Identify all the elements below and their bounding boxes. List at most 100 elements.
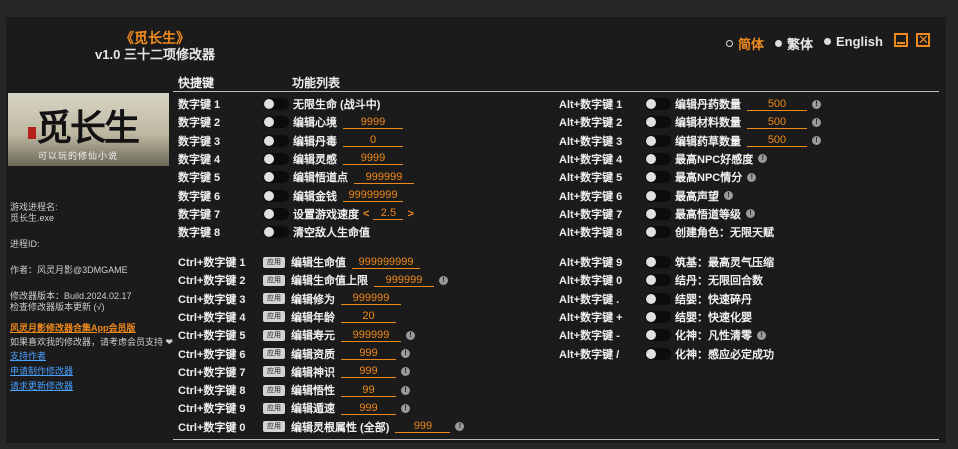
apply-button[interactable]: 应用 <box>263 329 285 341</box>
apply-button[interactable]: 应用 <box>263 293 285 305</box>
function-label: 编辑生命值上限 <box>291 275 368 288</box>
value-input[interactable]: 2.5 <box>373 207 404 221</box>
value-input[interactable]: 9999 <box>343 116 403 129</box>
toggle-switch[interactable] <box>645 207 671 220</box>
info-icon[interactable]: ! <box>757 330 766 340</box>
hotkey-label: Ctrl+数字键 6 <box>178 348 246 361</box>
value-input[interactable]: 999999 <box>354 171 414 184</box>
value-input[interactable]: 999 <box>341 347 396 360</box>
close-icon[interactable]: ✕ <box>916 33 930 47</box>
cheat-row: Alt+数字键 8 创建角色：无限天赋 <box>559 223 774 241</box>
toggle-switch[interactable] <box>263 207 289 220</box>
toggle-switch[interactable] <box>645 329 671 342</box>
toggle-switch[interactable] <box>263 152 289 165</box>
info-icon[interactable]: ! <box>406 330 415 340</box>
apply-button[interactable]: 应用 <box>263 274 285 286</box>
hotkey-label: Alt+数字键 2 <box>559 117 623 130</box>
value-input[interactable]: 999 <box>341 402 396 415</box>
cheat-row: Ctrl+数字键 8 应用 编辑悟性 99! <box>178 381 410 399</box>
toggle-switch[interactable] <box>263 189 289 202</box>
toggle-switch[interactable] <box>645 292 671 305</box>
process-name: 觅长生.exe <box>10 213 55 223</box>
info-icon[interactable]: ! <box>401 349 410 358</box>
toggle-switch[interactable] <box>645 310 671 323</box>
apply-button[interactable]: 应用 <box>263 366 285 378</box>
pid-label: 进程ID: <box>10 239 40 249</box>
hotkey-label: Alt+数字键 4 <box>559 153 623 166</box>
toggle-switch[interactable] <box>263 134 289 147</box>
value-input[interactable]: 999 <box>395 420 451 434</box>
toggle-switch[interactable] <box>645 171 671 184</box>
increase-arrow-icon[interactable]: > <box>407 208 413 220</box>
value-input[interactable]: 999999 <box>341 292 401 306</box>
toggle-switch[interactable] <box>645 226 671 239</box>
value-input[interactable]: 99999999 <box>343 189 403 202</box>
decrease-arrow-icon[interactable]: < <box>363 208 369 220</box>
info-icon[interactable]: ! <box>812 136 821 146</box>
toggle-switch[interactable] <box>645 189 671 202</box>
info-icon[interactable]: ! <box>401 385 410 395</box>
member-app-link[interactable]: 风灵月影修改器合集App会员版 <box>10 321 136 334</box>
request-trainer-link[interactable]: 申请制作修改器 <box>10 364 73 377</box>
value-input[interactable]: 500 <box>747 116 807 129</box>
function-label: 编辑材料数量 <box>675 117 741 130</box>
function-label: 编辑资质 <box>291 348 335 361</box>
cheat-row: 数字键 4 编辑灵感 9999 <box>178 150 403 168</box>
info-icon[interactable]: ! <box>758 154 768 164</box>
toggle-switch[interactable] <box>263 98 289 110</box>
value-input[interactable]: 999999 <box>341 329 401 342</box>
trainer-window: 《觅长生》 v1.0 三十二项修改器 简体 繁体 English ✕ 快捷键 功… <box>6 17 946 443</box>
info-icon[interactable]: ! <box>401 367 410 377</box>
cheat-row: Ctrl+数字键 2 应用 编辑生命值上限 999999! <box>178 271 448 289</box>
toggle-switch[interactable] <box>263 116 289 129</box>
value-input[interactable]: 999999 <box>374 274 434 287</box>
cheat-row: Ctrl+数字键 4 应用 编辑年龄 20 <box>178 308 396 326</box>
cheat-row: Alt+数字键 7 最高悟道等级! <box>559 205 755 223</box>
info-icon[interactable]: ! <box>812 99 821 109</box>
apply-button[interactable]: 应用 <box>263 384 285 396</box>
value-input[interactable]: 20 <box>341 310 396 324</box>
support-author-link[interactable]: 支持作者 <box>10 349 46 362</box>
value-input[interactable]: 500 <box>747 98 807 111</box>
info-icon[interactable]: ! <box>812 117 821 127</box>
toggle-switch[interactable] <box>645 256 671 268</box>
apply-button[interactable]: 应用 <box>263 256 285 268</box>
apply-button[interactable]: 应用 <box>263 421 285 433</box>
apply-button[interactable]: 应用 <box>263 402 285 414</box>
lang-english[interactable]: English <box>824 34 883 49</box>
toggle-switch[interactable] <box>263 226 289 239</box>
info-icon[interactable]: ! <box>401 403 410 413</box>
banner-title: 觅长生 <box>36 107 140 149</box>
lang-simplified[interactable]: 简体 <box>726 34 764 53</box>
toggle-switch[interactable] <box>645 116 671 129</box>
toggle-switch[interactable] <box>645 152 671 165</box>
support-text: 如果喜欢我的修改器，请考虑会员支持 ❤ <box>10 337 174 347</box>
toggle-switch[interactable] <box>645 98 671 110</box>
info-icon[interactable]: ! <box>747 172 757 182</box>
toggle-switch[interactable] <box>645 274 671 287</box>
info-icon[interactable]: ! <box>746 209 755 219</box>
header-divider <box>173 91 939 92</box>
apply-button[interactable]: 应用 <box>263 311 285 323</box>
check-update-link[interactable]: 检查修改器版本更新 (√) <box>10 300 104 313</box>
cheat-row: Alt+数字键 1 编辑丹药数量 500! <box>559 95 821 113</box>
info-icon[interactable]: ! <box>724 191 733 200</box>
apply-button[interactable]: 应用 <box>263 348 285 359</box>
value-input[interactable]: 9999 <box>343 152 403 166</box>
cheat-row: Ctrl+数字键 0 应用 编辑灵根属性 (全部) 999! <box>178 418 465 436</box>
cheat-row: Ctrl+数字键 3 应用 编辑修为 999999 <box>178 290 401 308</box>
value-input[interactable]: 999 <box>341 365 396 379</box>
value-input[interactable]: 99 <box>341 384 396 397</box>
value-input[interactable]: 0 <box>343 134 403 148</box>
value-input[interactable]: 999999999 <box>352 256 420 269</box>
info-icon[interactable]: ! <box>439 275 448 285</box>
info-icon[interactable]: ! <box>455 422 465 432</box>
toggle-switch[interactable] <box>645 134 671 147</box>
lang-traditional[interactable]: 繁体 <box>775 34 813 53</box>
minimize-icon[interactable] <box>894 33 908 47</box>
hotkey-label: 数字键 5 <box>178 172 221 185</box>
request-update-link[interactable]: 请求更新修改器 <box>10 379 73 392</box>
toggle-switch[interactable] <box>263 171 289 184</box>
toggle-switch[interactable] <box>645 347 671 360</box>
value-input[interactable]: 500 <box>747 134 807 148</box>
